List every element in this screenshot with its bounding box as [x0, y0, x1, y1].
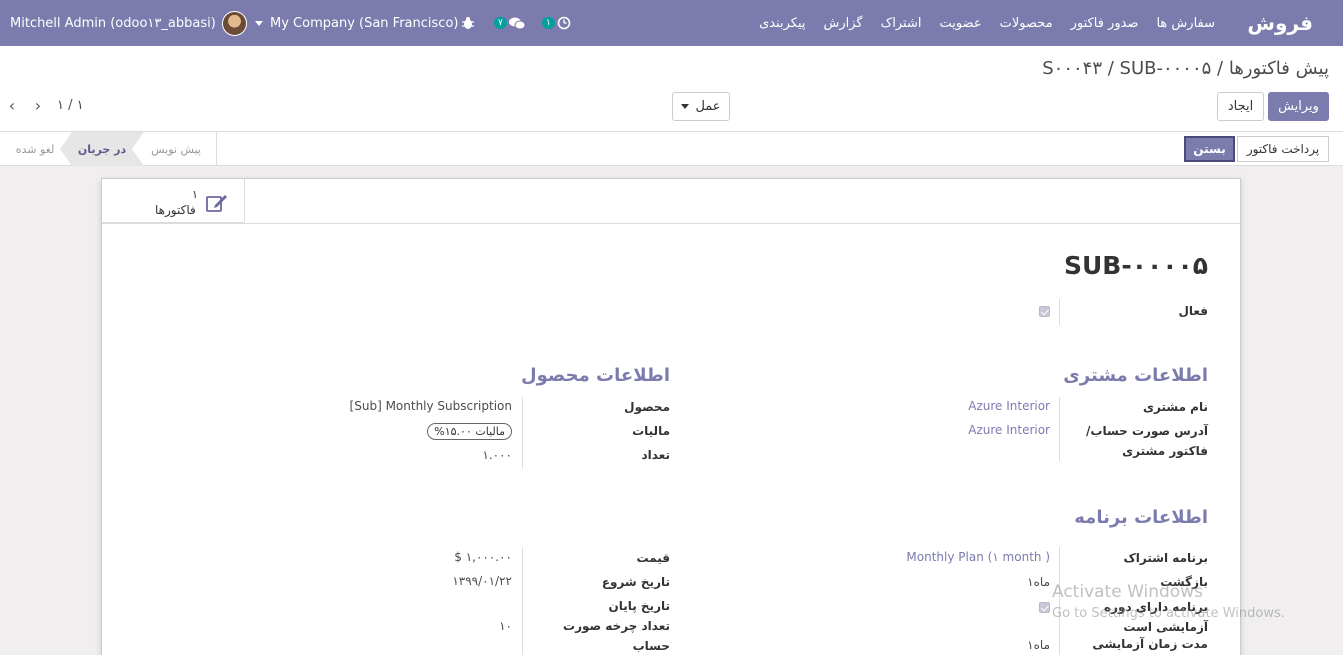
start-date-value: ۱۳۹۹/۰۱/۲۲	[452, 574, 512, 588]
menu-invoicing[interactable]: صدور فاکتور	[1071, 16, 1139, 31]
activity-badge: ۱	[542, 17, 555, 29]
menu-subscription[interactable]: اشتراک	[881, 16, 922, 31]
recurrence-value: ۱ماه	[1027, 575, 1050, 589]
stage-draft[interactable]: پیش نویس	[136, 132, 216, 166]
menu-configuration[interactable]: پیکربندی	[759, 16, 805, 31]
customer-info-title: اطلاعات مشتری	[1063, 365, 1208, 386]
invoice-address-label: آدرس صورت حساب/ فاکتور مشتری	[1086, 424, 1208, 458]
quantity-label: تعداد	[641, 448, 670, 462]
invoice-address-link[interactable]: Azure Interior	[968, 423, 1050, 437]
active-label: فعال	[1178, 304, 1208, 318]
company-name: My Company (San Francisco)	[270, 15, 459, 31]
product-value: [Sub] Monthly Subscription	[349, 399, 512, 413]
menu-reporting[interactable]: گزارش	[824, 16, 863, 31]
stage-cancelled[interactable]: لغو شده	[0, 132, 70, 166]
pay-invoice-button[interactable]: پرداخت فاکتور	[1237, 136, 1329, 162]
clock-icon[interactable]: ۱	[542, 0, 571, 46]
activate-windows-hint: Go to Settings to activate Windows.	[1052, 606, 1285, 621]
trial-duration-value: ۱ماه	[1027, 638, 1050, 652]
quantity-value: ۱.۰۰۰	[482, 448, 512, 462]
divider	[102, 223, 1240, 224]
top-navbar: فروش سفارش ها صدور فاکتور محصولات عضویت …	[0, 0, 1343, 46]
action-dropdown[interactable]: عمل	[672, 92, 730, 121]
subscription-plan-link[interactable]: Monthly Plan (۱ month )	[906, 550, 1050, 564]
breadcrumb-mid[interactable]: S۰۰۰۴۳	[1042, 58, 1102, 79]
main-menu: سفارش ها صدور فاکتور محصولات عضویت اشترا…	[759, 0, 1215, 46]
pager-previous-icon[interactable]: ‹	[2, 94, 22, 116]
active-checkbox[interactable]	[1039, 306, 1050, 317]
breadcrumb: پیش فاکتورها / S۰۰۰۴۳ / SUB-۰۰۰۰۵	[1042, 58, 1329, 79]
menu-orders[interactable]: سفارش ها	[1156, 16, 1215, 31]
plan-info-title: اطلاعات برنامه	[1074, 507, 1208, 528]
edit-button[interactable]: ویرایش	[1268, 92, 1329, 121]
caret-down-icon	[681, 104, 690, 109]
product-label: محصول	[624, 400, 670, 414]
divider	[522, 547, 523, 655]
price-value: $ ۱,۰۰۰.۰۰	[454, 550, 512, 564]
start-date-label: تاریخ شروع	[601, 575, 670, 589]
statusbar: پرداخت فاکتور بستن پیش نویس در جریان لغو…	[0, 132, 1343, 166]
customer-name-label: نام مشتری	[1143, 400, 1208, 414]
stage-in-progress[interactable]: در جریان	[60, 132, 144, 166]
record-title: SUB-۰۰۰۰۵	[1063, 251, 1208, 280]
chat-icon[interactable]: ۷	[494, 0, 525, 46]
subscription-plan-label: برنامه اشتراک	[1123, 551, 1208, 565]
action-label: عمل	[695, 99, 721, 114]
invoices-label: فاکتورها	[155, 203, 196, 217]
caret-down-icon	[255, 20, 263, 26]
price-label: قیمت	[636, 551, 670, 565]
close-button[interactable]: بستن	[1184, 136, 1235, 162]
trial-duration-label: مدت زمان آزمایشی	[1092, 637, 1208, 651]
product-info-title: اطلاعات محصول	[521, 365, 670, 386]
menu-membership[interactable]: عضویت	[939, 16, 981, 31]
divider	[522, 397, 523, 469]
avatar	[221, 10, 247, 36]
pager-value[interactable]: ۱ / ۱	[57, 98, 84, 113]
divider	[1059, 299, 1060, 325]
customer-name-link[interactable]: Azure Interior	[968, 399, 1050, 413]
divider	[216, 132, 217, 166]
trial-checkbox[interactable]	[1039, 602, 1050, 613]
activate-windows-watermark: Activate Windows	[1052, 582, 1203, 602]
user-menu[interactable]: Mitchell Admin (odoo۱۳_abbasi)	[10, 0, 247, 46]
breadcrumb-root[interactable]: پیش فاکتورها	[1229, 58, 1329, 79]
app-brand[interactable]: فروش	[1247, 0, 1313, 46]
billing-cycles-label: تعداد چرخه صورت حساب	[563, 619, 670, 653]
edit-icon	[206, 193, 227, 212]
end-date-label: تاریخ پایان	[608, 599, 670, 613]
divider	[1059, 397, 1060, 461]
bug-icon[interactable]	[461, 0, 475, 46]
billing-cycles-value: ۱۰	[499, 619, 512, 633]
chat-badge: ۷	[494, 17, 507, 29]
breadcrumb-current: SUB-۰۰۰۰۵	[1119, 58, 1212, 79]
control-panel: پیش فاکتورها / S۰۰۰۴۳ / SUB-۰۰۰۰۵ ویرایش…	[0, 46, 1343, 132]
company-switcher[interactable]: My Company (San Francisco)	[255, 0, 458, 46]
tax-tag: مالیات ۱۵.۰۰%	[427, 423, 512, 440]
menu-products[interactable]: محصولات	[1000, 16, 1053, 31]
create-button[interactable]: ایجاد	[1217, 92, 1264, 121]
pager-next-icon[interactable]: ›	[28, 94, 48, 116]
user-name: Mitchell Admin (odoo۱۳_abbasi)	[10, 15, 216, 31]
invoices-count: ۱	[192, 188, 198, 201]
taxes-label: مالیات	[632, 424, 670, 438]
invoices-smart-button[interactable]: ۱ فاکتورها	[102, 179, 245, 223]
